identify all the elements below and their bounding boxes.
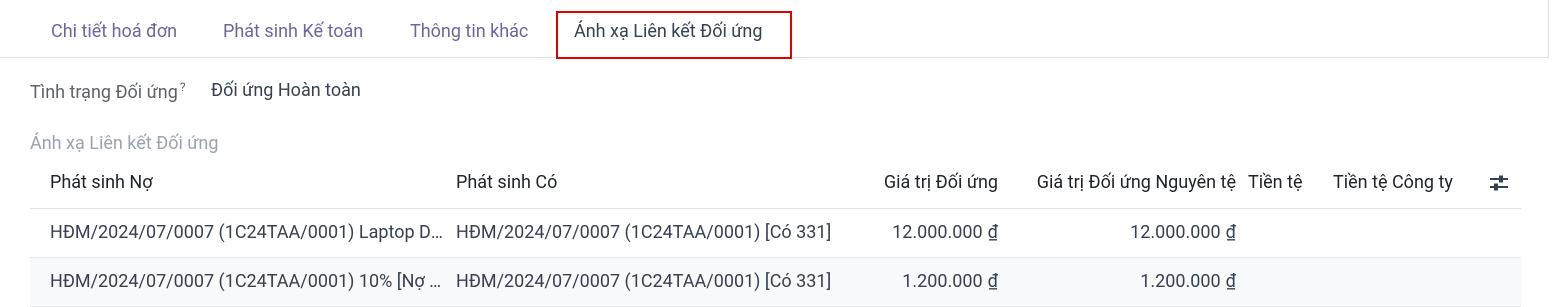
table-header: Phát sinh Nợ Phát sinh Có Giá trị Đối ứn… xyxy=(30,160,1521,209)
currency-symbol: ₫ xyxy=(987,271,998,292)
currency-symbol: ₫ xyxy=(1225,222,1236,243)
amount-cell: 1.200.000 ₫ xyxy=(902,271,998,292)
credit-cell: HĐM/2024/07/0007 (1C24TAA/0001) [Có 331] xyxy=(456,222,832,243)
currency-cell xyxy=(1248,209,1328,257)
col-credit[interactable]: Phát sinh Có xyxy=(456,160,557,208)
reconcile-status-label: Tình trạng Đối ứng? xyxy=(30,80,186,103)
notebook-tabs: Chi tiết hoá đơn Phát sinh Kế toán Thông… xyxy=(0,0,1549,58)
col-currency[interactable]: Tiền tệ xyxy=(1248,160,1303,208)
amount-cell: 12.000.000 ₫ xyxy=(892,222,998,243)
credit-cell: HĐM/2024/07/0007 (1C24TAA/0001) [Có 331] xyxy=(456,271,832,292)
company-currency-cell xyxy=(1333,209,1483,257)
debit-cell: HĐM/2024/07/0007 (1C24TAA/0001) 10% [Nợ … xyxy=(50,271,445,292)
col-amount-foreign[interactable]: Giá trị Đối ứng Nguyên tệ xyxy=(1005,160,1236,208)
reconcile-table: Phát sinh Nợ Phát sinh Có Giá trị Đối ứn… xyxy=(30,160,1521,307)
col-debit[interactable]: Phát sinh Nợ xyxy=(50,160,153,208)
table-row[interactable]: HĐM/2024/07/0007 (1C24TAA/0001) 10% [Nợ … xyxy=(30,258,1521,307)
tab-reconcile-mapping[interactable]: Ánh xạ Liên kết Đối ứng xyxy=(574,14,762,50)
amount-foreign-cell: 12.000.000 ₫ xyxy=(1130,222,1236,243)
help-tooltip-mark[interactable]: ? xyxy=(180,80,186,94)
currency-symbol: ₫ xyxy=(987,222,998,243)
section-title: Ánh xạ Liên kết Đối ứng xyxy=(30,133,219,154)
amount-foreign-cell: 1.200.000 ₫ xyxy=(1140,271,1236,292)
tab-journal-items[interactable]: Phát sinh Kế toán xyxy=(223,14,363,50)
tab-other-info[interactable]: Thông tin khác xyxy=(410,14,528,50)
tab-invoice-details[interactable]: Chi tiết hoá đơn xyxy=(51,14,177,50)
table-row[interactable]: HĐM/2024/07/0007 (1C24TAA/0001) Laptop D… xyxy=(30,209,1521,258)
currency-cell xyxy=(1248,258,1328,306)
reconcile-status-value: Đối ứng Hoàn toàn xyxy=(211,80,361,101)
debit-cell: HĐM/2024/07/0007 (1C24TAA/0001) Laptop D… xyxy=(50,222,445,243)
currency-symbol: ₫ xyxy=(1225,271,1236,292)
col-company-currency[interactable]: Tiền tệ Công ty xyxy=(1333,160,1453,208)
optional-columns-icon[interactable] xyxy=(1488,172,1510,194)
col-amount[interactable]: Giá trị Đối ứng xyxy=(850,160,998,208)
company-currency-cell xyxy=(1333,258,1483,306)
